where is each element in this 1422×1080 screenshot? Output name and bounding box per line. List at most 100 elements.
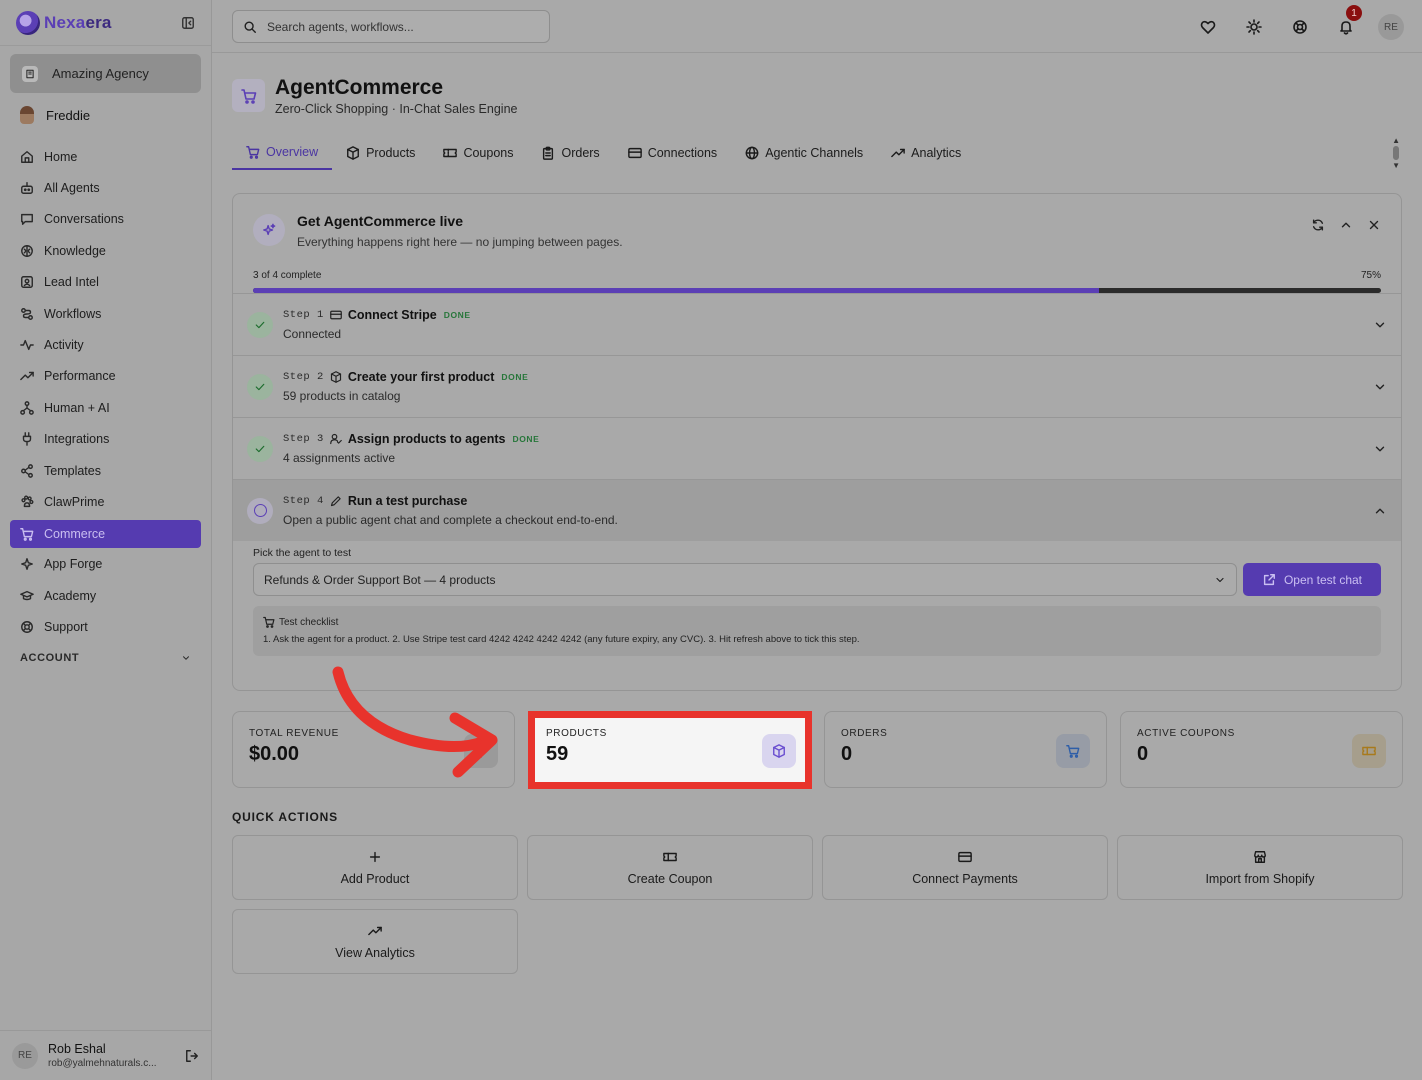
step-description: Open a public agent chat and complete a … <box>283 513 618 527</box>
check-icon <box>247 311 273 338</box>
top-avatar[interactable]: RE <box>1378 14 1404 40</box>
agency-switcher[interactable]: Amazing Agency <box>10 54 201 93</box>
sidebar-item-label: App Forge <box>44 557 103 572</box>
setup-controls <box>1311 218 1381 260</box>
tab-analytics[interactable]: Analytics <box>877 136 975 170</box>
trend-icon <box>20 372 34 381</box>
chevron-up-icon[interactable]: ▲ <box>1392 136 1400 145</box>
help-lifebuoy-icon[interactable] <box>1286 13 1314 41</box>
sidebar-item-label: Knowledge <box>44 243 106 258</box>
done-badge: DONE <box>501 372 529 382</box>
tab-products[interactable]: Products <box>332 136 429 170</box>
stat-orders[interactable]: ORDERS 0 <box>824 711 1107 788</box>
quick-actions-title: QUICK ACTIONS <box>232 810 338 824</box>
sidebar-nav: Home All Agents Conversations Knowledge … <box>0 141 211 643</box>
stat-total-revenue[interactable]: TOTAL REVENUE $0.00 <box>232 711 515 788</box>
search-box[interactable] <box>232 10 550 43</box>
sidebar-item-workflows[interactable]: Workflows <box>0 298 211 329</box>
sidebar-item-commerce[interactable]: Commerce <box>10 519 201 548</box>
setup-step-2[interactable]: Step 2 Create your first product DONE 59 p… <box>233 355 1401 417</box>
footer-avatar[interactable]: RE <box>12 1042 38 1069</box>
connect-payments-button[interactable]: Connect Payments <box>822 835 1108 900</box>
dollar-icon <box>464 734 498 768</box>
tab-connections[interactable]: Connections <box>614 136 732 170</box>
heart-icon[interactable] <box>1194 13 1222 41</box>
sidebar-item-label: Performance <box>44 369 116 384</box>
chevron-down-icon[interactable]: ▼ <box>1392 161 1400 170</box>
bell-icon[interactable]: 1 <box>1332 5 1362 41</box>
chevron-up-icon[interactable] <box>1373 504 1387 518</box>
setup-step-3[interactable]: Step 3 Assign products to agents DONE 4 as… <box>233 417 1401 479</box>
tab-agentic-channels[interactable]: Agentic Channels <box>731 136 877 170</box>
done-badge: DONE <box>443 310 471 320</box>
chevron-down-icon[interactable] <box>1373 380 1387 394</box>
theme-sun-icon[interactable] <box>1240 13 1268 41</box>
setup-title: Get AgentCommerce live <box>297 213 463 229</box>
sidebar-item-support[interactable]: Support <box>0 611 211 642</box>
sidebar-item-label: Academy <box>44 588 97 603</box>
sidebar-item-human-ai[interactable]: Human + AI <box>0 392 211 423</box>
collapse-sidebar-icon[interactable] <box>181 16 195 30</box>
plug-icon <box>22 432 32 447</box>
trend-icon <box>891 148 905 158</box>
close-icon[interactable] <box>1367 218 1381 232</box>
page-title: AgentCommerce <box>275 76 444 99</box>
create-coupon-button[interactable]: Create Coupon <box>527 835 813 900</box>
setup-step-4[interactable]: Step 4 Run a test purchase Open a public … <box>233 479 1401 541</box>
share-icon <box>21 463 33 478</box>
chevron-down-icon[interactable] <box>1373 318 1387 332</box>
brand-name-b: era <box>85 12 112 32</box>
stat-products[interactable]: PRODUCTS 59 <box>528 711 812 789</box>
sidebar-item-academy[interactable]: Academy <box>0 580 211 611</box>
sidebar-item-home[interactable]: Home <box>0 141 211 172</box>
sidebar-item-app-forge[interactable]: App Forge <box>0 549 211 580</box>
view-analytics-button[interactable]: View Analytics <box>232 909 518 974</box>
tab-scroll-control[interactable]: ▲ ▼ <box>1392 136 1402 170</box>
tab-overview[interactable]: Overview <box>232 136 333 170</box>
scroll-thumb[interactable] <box>1393 146 1400 160</box>
sidebar-item-lead-intel[interactable]: Lead Intel <box>0 267 211 298</box>
chevron-up-icon[interactable] <box>1339 218 1353 232</box>
sidebar-item-label: Integrations <box>44 432 110 447</box>
sidebar-item-label: ClawPrime <box>44 494 105 509</box>
card-icon <box>329 310 342 320</box>
sidebar-item-templates[interactable]: Templates <box>0 455 211 486</box>
cart-icon <box>232 79 265 112</box>
sidebar-item-performance[interactable]: Performance <box>0 361 211 392</box>
sidebar-item-conversations[interactable]: Conversations <box>0 204 211 235</box>
sidebar-item-activity[interactable]: Activity <box>0 329 211 360</box>
open-test-chat-button[interactable]: Open test chat <box>1243 563 1381 596</box>
footer-user-email: rob@yalmehnaturals.c... <box>48 1058 157 1069</box>
sidebar-item-all-agents[interactable]: All Agents <box>0 172 211 203</box>
tab-coupons[interactable]: Coupons <box>429 136 527 170</box>
sidebar-item-integrations[interactable]: Integrations <box>0 424 211 455</box>
progress-labels: 3 of 4 complete 75% <box>233 260 1401 281</box>
tab-orders[interactable]: Orders <box>527 136 613 170</box>
card-icon <box>627 147 642 159</box>
sidebar-item-clawprime[interactable]: ClawPrime <box>0 486 211 517</box>
chevron-down-icon[interactable] <box>1373 442 1387 456</box>
external-link-icon <box>1263 573 1275 585</box>
search-input[interactable] <box>267 19 527 34</box>
sidebar-item-knowledge[interactable]: Knowledge <box>0 235 211 266</box>
progress-percent: 75% <box>1360 270 1381 281</box>
add-product-button[interactable]: Add Product <box>232 835 518 900</box>
logout-icon[interactable] <box>185 1049 199 1063</box>
sidebar-user[interactable]: Freddie <box>0 93 211 137</box>
refresh-icon[interactable] <box>1311 218 1325 232</box>
stat-value: 0 <box>841 743 853 765</box>
setup-step-1[interactable]: Step 1 Connect Stripe DONE Connected <box>233 293 1401 355</box>
stat-active-coupons[interactable]: ACTIVE COUPONS 0 <box>1120 711 1403 788</box>
box-icon <box>330 371 341 383</box>
quick-action-label: Import from Shopify <box>1205 871 1315 886</box>
cart-icon <box>20 527 34 541</box>
sidebar-item-label: Support <box>44 620 88 635</box>
chevron-down-icon <box>183 656 189 660</box>
page-subtitle: Zero-Click Shopping · In-Chat Sales Engi… <box>275 102 518 116</box>
done-badge: DONE <box>512 434 540 444</box>
brand-name[interactable]: Nexaera <box>44 13 112 33</box>
import-from-shopify-button[interactable]: Import from Shopify <box>1117 835 1403 900</box>
account-section[interactable]: ACCOUNT <box>0 651 211 665</box>
sidebar: Nexaera Amazing Agency Freddie Home All … <box>0 0 212 1080</box>
agent-select[interactable]: Refunds & Order Support Bot — 4 products <box>253 563 1237 596</box>
